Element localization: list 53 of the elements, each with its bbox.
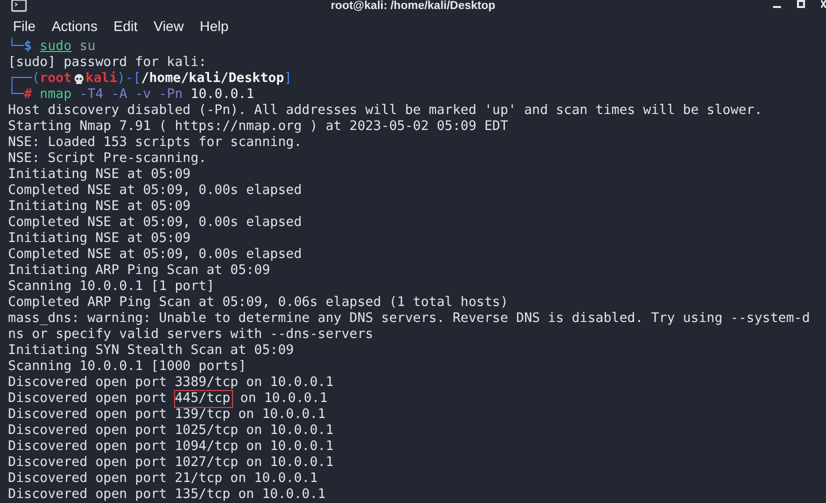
window-title: root@kali: /home/kali/Desktop [330, 0, 496, 13]
prompt-bracket: )-[ [117, 71, 142, 87]
command-args: su [78, 39, 96, 55]
output-line: Host discovery disabled (-Pn). All addresses will be marked 'up' and scan times will be slower. [8, 103, 762, 119]
prompt-corner: └─ [8, 87, 24, 103]
output-line: Scanning 10.0.0.1 [1 port] [8, 279, 214, 295]
output-line: NSE: Script Pre-scanning. [8, 151, 206, 167]
prompt-path: /home/kali/Desktop [141, 71, 284, 87]
prompt-sigil: # [24, 87, 32, 103]
output-line: Scanning 10.0.0.1 [1000 ports] [8, 359, 246, 375]
skull-icon [72, 73, 85, 85]
output-line: Initiating NSE at 05:09 [8, 167, 191, 183]
output-line: NSE: Loaded 153 scripts for scanning. [8, 135, 302, 151]
output-line: mass_dns: warning: Unable to determine any DNS servers. Reverse DNS is disabled. Try using --system-d [8, 311, 810, 327]
output-line: Completed NSE at 05:09, 0.00s elapsed [8, 183, 302, 199]
output-line: Completed ARP Ping Scan at 05:09, 0.06s elapsed (1 total hosts) [8, 295, 508, 311]
output-line: Completed NSE at 05:09, 0.00s elapsed [8, 247, 302, 263]
menu-item[interactable]: Actions [52, 16, 98, 37]
output-line: Initiating NSE at 05:09 [8, 199, 191, 215]
command-name: sudo [40, 39, 72, 55]
output-line: Discovered open port 139/tcp on 10.0.0.1 [8, 407, 326, 423]
prompt-corner: └─ [8, 39, 24, 55]
output-line: Discovered open port 3389/tcp on 10.0.0.1 [8, 375, 334, 391]
command-name: nmap [40, 87, 72, 103]
command-args: -T4 -A -v -Pn [78, 87, 183, 103]
command-target: 10.0.0.1 [190, 87, 254, 103]
prompt-user: root [40, 71, 72, 87]
output-text: Discovered open port [8, 391, 168, 407]
output-line: Initiating ARP Ping Scan at 05:09 [8, 263, 270, 279]
prompt-sigil: $ [24, 39, 32, 55]
prompt-host: kali [86, 71, 118, 87]
output-line: ns or specify valid servers with --dns-servers [8, 327, 374, 343]
output-line: Initiating NSE at 05:09 [8, 231, 191, 247]
menu-item[interactable]: Help [200, 16, 228, 37]
output-line: Starting Nmap 7.91 ( https://nmap.org ) at 2023-05-02 05:09 EDT [8, 119, 508, 135]
output-line: Discovered open port 21/tcp on 10.0.0.1 [8, 471, 318, 487]
output-line: Initiating SYN Stealth Scan at 05:09 [8, 343, 294, 359]
maximize-icon[interactable] [797, 0, 805, 8]
close-icon[interactable] [821, 0, 826, 8]
output-line: Completed NSE at 05:09, 0.00s elapsed [8, 215, 302, 231]
prompt-bracket: ┌──( [8, 71, 40, 86]
prompt-bracket: ] [284, 71, 292, 87]
menu-item[interactable]: File [13, 16, 36, 37]
output-text: on 10.0.0.1 [239, 391, 328, 407]
output-line: Discovered open port 1094/tcp on 10.0.0.1 [8, 439, 334, 455]
highlight-box: 445/tcp [174, 391, 232, 407]
output-line: Discovered open port 1025/tcp on 10.0.0.1 [8, 423, 334, 439]
output-line: [sudo] password for kali: [8, 55, 206, 71]
menu-item[interactable]: Edit [113, 16, 138, 37]
terminal-icon [11, 0, 27, 12]
menu-item[interactable]: View [154, 16, 184, 37]
output-line: Discovered open port 135/tcp on 10.0.0.1 [8, 487, 326, 503]
output-line: Discovered open port 1027/tcp on 10.0.0.1 [8, 455, 334, 471]
